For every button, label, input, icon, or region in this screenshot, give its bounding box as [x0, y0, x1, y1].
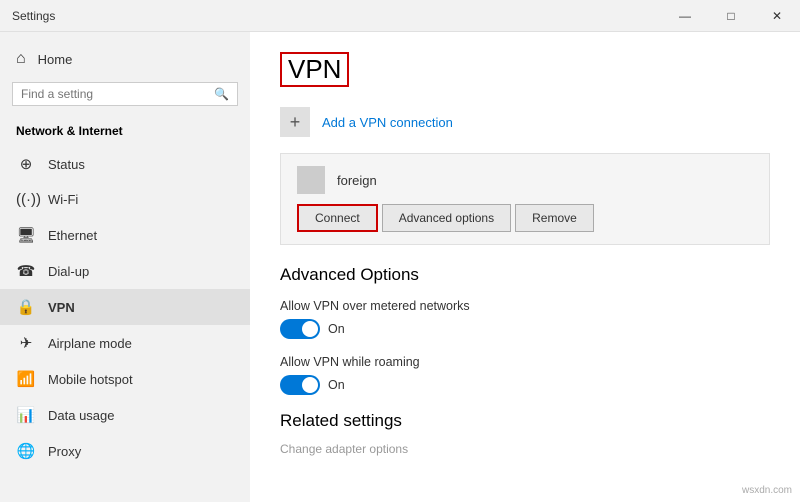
vpn-entry-name: foreign	[337, 173, 377, 188]
sidebar-item-dialup[interactable]: ☎ Dial-up	[0, 253, 250, 289]
option2-label: Allow VPN while roaming	[280, 355, 770, 369]
home-label: Home	[38, 52, 73, 67]
vpn-entry-icon	[297, 166, 325, 194]
sidebar-item-wifi[interactable]: ((·)) Wi-Fi	[0, 182, 250, 217]
sidebar-item-label: Mobile hotspot	[48, 372, 133, 387]
sidebar-item-home[interactable]: ⌂ Home	[0, 40, 250, 78]
airplane-icon: ✈	[16, 334, 36, 352]
proxy-icon: 🌐	[16, 442, 36, 460]
home-icon: ⌂	[16, 50, 26, 68]
sidebar-item-label: Status	[48, 157, 85, 172]
hotspot-icon: 📶	[16, 370, 36, 388]
sidebar-item-ethernet[interactable]: 🖥 Ethernet	[0, 217, 250, 253]
status-icon: ⊕	[16, 155, 36, 173]
sidebar-item-label: Airplane mode	[48, 336, 132, 351]
toggle-metered[interactable]	[280, 319, 320, 339]
add-vpn-row[interactable]: + Add a VPN connection	[280, 107, 770, 137]
titlebar: Settings — □ ✕	[0, 0, 800, 32]
vpn-entry-row: foreign	[297, 166, 753, 194]
vpn-icon: 🔒	[16, 298, 36, 316]
maximize-button[interactable]: □	[708, 0, 754, 32]
sidebar-item-data[interactable]: 📊 Data usage	[0, 397, 250, 433]
app-container: ⌂ Home 🔍 Network & Internet ⊕ Status ((·…	[0, 32, 800, 502]
remove-button[interactable]: Remove	[515, 204, 594, 232]
wifi-icon: ((·))	[16, 191, 36, 208]
sidebar-item-vpn[interactable]: 🔒 VPN	[0, 289, 250, 325]
add-vpn-icon: +	[280, 107, 310, 137]
advanced-options-button[interactable]: Advanced options	[382, 204, 511, 232]
related-settings-title: Related settings	[280, 411, 770, 431]
toggle-roaming[interactable]	[280, 375, 320, 395]
advanced-options-section: Advanced Options Allow VPN over metered …	[280, 265, 770, 395]
sidebar-item-proxy[interactable]: 🌐 Proxy	[0, 433, 250, 469]
sidebar-item-airplane[interactable]: ✈ Airplane mode	[0, 325, 250, 361]
page-title: VPN	[280, 52, 349, 87]
toggle-row-1: On	[280, 319, 770, 339]
sidebar-item-status[interactable]: ⊕ Status	[0, 146, 250, 182]
data-icon: 📊	[16, 406, 36, 424]
sidebar-item-label: VPN	[48, 300, 75, 315]
connect-button[interactable]: Connect	[297, 204, 378, 232]
watermark: wsxdn.com	[742, 485, 792, 496]
sidebar-item-label: Proxy	[48, 444, 81, 459]
toggle-row-2: On	[280, 375, 770, 395]
vpn-buttons: Connect Advanced options Remove	[297, 204, 753, 232]
search-box[interactable]: 🔍	[12, 82, 238, 106]
dialup-icon: ☎	[16, 262, 36, 280]
search-input[interactable]	[21, 87, 214, 101]
change-adapter-link[interactable]: Change adapter options	[280, 442, 408, 456]
advanced-options-title: Advanced Options	[280, 265, 770, 285]
sidebar: ⌂ Home 🔍 Network & Internet ⊕ Status ((·…	[0, 32, 250, 502]
sidebar-item-label: Data usage	[48, 408, 115, 423]
option1-label: Allow VPN over metered networks	[280, 299, 770, 313]
sidebar-item-label: Dial-up	[48, 264, 89, 279]
toggle2-label: On	[328, 378, 345, 392]
search-icon: 🔍	[214, 87, 229, 101]
sidebar-item-label: Ethernet	[48, 228, 97, 243]
add-vpn-label[interactable]: Add a VPN connection	[322, 115, 453, 130]
app-title: Settings	[12, 9, 55, 23]
sidebar-item-hotspot[interactable]: 📶 Mobile hotspot	[0, 361, 250, 397]
close-button[interactable]: ✕	[754, 0, 800, 32]
minimize-button[interactable]: —	[662, 0, 708, 32]
sidebar-item-label: Wi-Fi	[48, 192, 78, 207]
section-title: Network & Internet	[0, 118, 250, 146]
vpn-entry: foreign Connect Advanced options Remove	[280, 153, 770, 245]
main-content: VPN + Add a VPN connection foreign Conne…	[250, 32, 800, 502]
ethernet-icon: 🖥	[16, 226, 36, 244]
window-controls: — □ ✕	[662, 0, 800, 31]
toggle1-label: On	[328, 322, 345, 336]
related-settings-section: Related settings Change adapter options	[280, 411, 770, 456]
